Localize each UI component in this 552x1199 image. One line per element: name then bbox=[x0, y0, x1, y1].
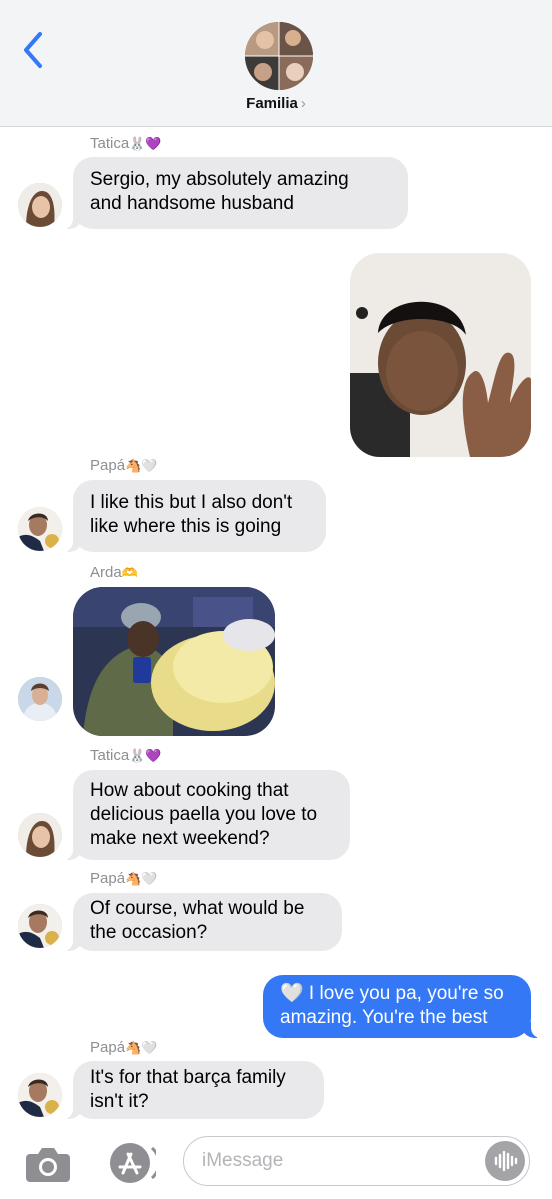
audio-message-button[interactable] bbox=[485, 1141, 525, 1181]
avatar-tatica[interactable] bbox=[18, 813, 62, 857]
conversation-header: Familia › bbox=[0, 0, 552, 127]
sender-name: Tatica bbox=[90, 135, 130, 152]
app-store-button[interactable] bbox=[104, 1142, 161, 1184]
avatar-papa[interactable] bbox=[18, 904, 62, 948]
message-text: Of course, what would be the occasion? bbox=[90, 898, 305, 943]
sender-emoji: 🐴🤍 bbox=[125, 458, 158, 473]
avatar-papa[interactable] bbox=[18, 507, 62, 551]
audio-waveform-icon bbox=[494, 1150, 518, 1172]
sender-emoji: 🐰💜 bbox=[129, 748, 162, 763]
sender-name: Tatica bbox=[90, 747, 130, 764]
imessage-placeholder: iMessage bbox=[202, 1150, 284, 1171]
avatar-tatica[interactable] bbox=[18, 183, 62, 227]
back-button[interactable] bbox=[18, 30, 52, 70]
sender-label: Arda🫶 bbox=[90, 564, 138, 581]
avatar-papa[interactable] bbox=[18, 1073, 62, 1117]
sender-name: Papá bbox=[90, 870, 126, 887]
message-text: Sergio, my absolutely amazing and handso… bbox=[90, 169, 349, 214]
message-text: 🤍 I love you pa, you're so amazing. You'… bbox=[280, 983, 504, 1028]
sender-emoji: 🐰💜 bbox=[129, 136, 162, 151]
imessage-input[interactable]: iMessage bbox=[183, 1136, 530, 1186]
message-text: It's for that barça family isn't it? bbox=[90, 1067, 286, 1112]
camera-icon bbox=[26, 1148, 70, 1182]
message-bubble-outgoing[interactable]: 🤍 I love you pa, you're so amazing. You'… bbox=[263, 975, 543, 1038]
group-title: Familia bbox=[246, 95, 298, 112]
message-input-bar: iMessage bbox=[0, 1130, 552, 1199]
sender-label: Tatica🐰💜 bbox=[90, 135, 162, 152]
camera-button[interactable] bbox=[24, 1144, 72, 1184]
sender-label: Papá🐴🤍 bbox=[90, 1039, 157, 1056]
photo-attachment[interactable] bbox=[350, 253, 531, 457]
app-store-icon bbox=[110, 1143, 161, 1183]
message-bubble[interactable]: How about cooking that delicious paella … bbox=[61, 770, 350, 860]
sender-label: Papá🐴🤍 bbox=[90, 457, 157, 474]
sender-name: Arda bbox=[90, 564, 122, 581]
group-name[interactable]: Familia › bbox=[0, 95, 552, 112]
sender-label: Papá🐴🤍 bbox=[90, 870, 157, 887]
sender-label: Tatica🐰💜 bbox=[90, 747, 162, 764]
avatar-arda[interactable] bbox=[18, 677, 62, 721]
message-bubble[interactable]: Sergio, my absolutely amazing and handso… bbox=[61, 157, 408, 229]
chevron-left-icon bbox=[24, 32, 42, 68]
message-bubble[interactable]: Of course, what would be the occasion? bbox=[61, 893, 342, 951]
message-bubble[interactable]: It's for that barça family isn't it? bbox=[61, 1061, 324, 1119]
message-text: I like this but I also don't like where … bbox=[90, 492, 293, 537]
chevron-right-icon: › bbox=[300, 95, 306, 112]
sender-name: Papá bbox=[90, 457, 126, 474]
group-avatar[interactable] bbox=[245, 22, 313, 90]
message-bubble[interactable]: I like this but I also don't like where … bbox=[61, 480, 326, 552]
sender-name: Papá bbox=[90, 1039, 126, 1056]
sender-emoji: 🫶 bbox=[121, 565, 138, 580]
sender-emoji: 🐴🤍 bbox=[125, 871, 158, 886]
message-text: How about cooking that delicious paella … bbox=[90, 780, 318, 849]
photo-attachment[interactable] bbox=[73, 587, 275, 736]
sender-emoji: 🐴🤍 bbox=[125, 1040, 158, 1055]
